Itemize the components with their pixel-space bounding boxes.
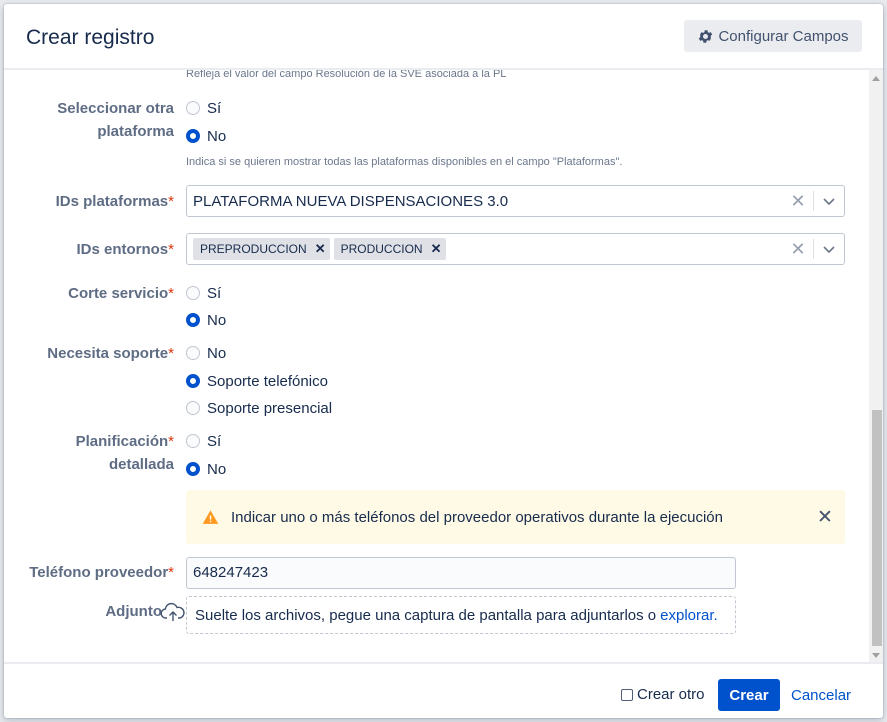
env-chip: PRODUCCION ✕: [333, 238, 446, 260]
cancel-button[interactable]: Cancelar: [791, 687, 851, 704]
ids-environments-label: IDs entornos*: [76, 241, 174, 258]
provider-phone-input[interactable]: 648247423: [186, 557, 736, 589]
dialog-body: Refleja el valor del campo Resolución de…: [4, 70, 883, 662]
ids-platforms-label: IDs plataformas*: [55, 193, 174, 210]
radio-support-onsite[interactable]: Soporte presencial: [186, 397, 332, 419]
scroll-up-arrow[interactable]: [872, 76, 880, 81]
cloud-upload-icon[interactable]: [160, 599, 186, 625]
remove-chip-icon[interactable]: ✕: [431, 241, 442, 257]
other-platform-description: Indica si se quieren mostrar todas las p…: [186, 156, 623, 168]
provider-phone-label: Teléfono proveedor*: [29, 564, 174, 581]
radio-circle: [186, 401, 200, 415]
ids-environments-select[interactable]: PREPRODUCCION ✕ PRODUCCION ✕ ✕: [186, 233, 845, 265]
radio-circle: [186, 101, 200, 115]
clear-icon[interactable]: ✕: [783, 239, 813, 260]
radio-other-platform-no[interactable]: No: [186, 125, 226, 147]
configure-fields-label: Configurar Campos: [718, 27, 849, 45]
warning-banner: Indicar uno o más teléfonos del proveedo…: [186, 490, 845, 544]
radio-service-cut-no[interactable]: No: [186, 309, 226, 331]
radio-other-platform-si[interactable]: Sí: [186, 97, 221, 119]
needs-support-label: Necesita soporte*: [47, 345, 174, 362]
radio-support-no[interactable]: No: [186, 342, 226, 364]
radio-support-phone[interactable]: Soporte telefónico: [186, 370, 328, 392]
radio-planning-si[interactable]: Sí: [186, 430, 221, 452]
dialog-title: Crear registro: [26, 26, 155, 49]
scrollbar[interactable]: [869, 70, 883, 662]
service-cut-label: Corte servicio*: [68, 285, 174, 302]
radio-service-cut-si[interactable]: Sí: [186, 282, 221, 304]
detailed-planning-label: Planificación* detallada: [75, 433, 174, 473]
radio-circle-selected: [186, 374, 200, 388]
create-button[interactable]: Crear: [718, 679, 780, 711]
ids-platforms-select[interactable]: PLATAFORMA NUEVA DISPENSACIONES 3.0 ✕: [186, 185, 845, 217]
attachment-label: Adjunto: [105, 603, 162, 620]
chevron-down-icon[interactable]: [814, 242, 844, 256]
radio-planning-no[interactable]: No: [186, 458, 226, 480]
warning-text: Indicar uno o más teléfonos del proveedo…: [231, 508, 723, 526]
scrollbar-thumb[interactable]: [872, 410, 882, 646]
radio-circle-selected: [186, 462, 200, 476]
ids-platforms-value: PLATAFORMA NUEVA DISPENSACIONES 3.0: [193, 192, 509, 210]
env-chip: PREPRODUCCION ✕: [193, 238, 330, 260]
radio-circle-selected: [186, 313, 200, 327]
create-record-dialog: Crear registro Configurar Campos Refleja…: [4, 4, 883, 718]
remove-chip-icon[interactable]: ✕: [315, 241, 326, 257]
checkbox-box[interactable]: [621, 688, 633, 701]
attachment-dropzone[interactable]: Suelte los archivos, pegue una captura d…: [186, 596, 736, 634]
dialog-footer: Crear otro Crear Cancelar: [4, 662, 883, 718]
clear-icon[interactable]: ✕: [783, 191, 813, 212]
dialog-header: Crear registro Configurar Campos: [4, 4, 883, 70]
close-icon[interactable]: ✕: [805, 506, 845, 529]
radio-circle-selected: [186, 129, 200, 143]
radio-circle: [186, 434, 200, 448]
dropzone-text: Suelte los archivos, pegue una captura d…: [195, 606, 657, 624]
radio-circle: [186, 346, 200, 360]
radio-circle: [186, 286, 200, 300]
select-other-platform-label: Seleccionar otra plataforma: [57, 100, 174, 140]
gear-icon: [699, 29, 713, 43]
create-another-checkbox[interactable]: Crear otro: [621, 686, 705, 703]
ids-environments-value: PREPRODUCCION ✕ PRODUCCION ✕: [187, 238, 783, 260]
browse-link[interactable]: explorar.: [660, 607, 718, 624]
warning-icon: [202, 509, 219, 524]
configure-fields-button[interactable]: Configurar Campos: [684, 20, 862, 52]
chevron-down-icon[interactable]: [814, 194, 844, 208]
scroll-down-arrow[interactable]: [872, 653, 880, 658]
resolution-description: Refleja el valor del campo Resolución de…: [186, 70, 507, 80]
